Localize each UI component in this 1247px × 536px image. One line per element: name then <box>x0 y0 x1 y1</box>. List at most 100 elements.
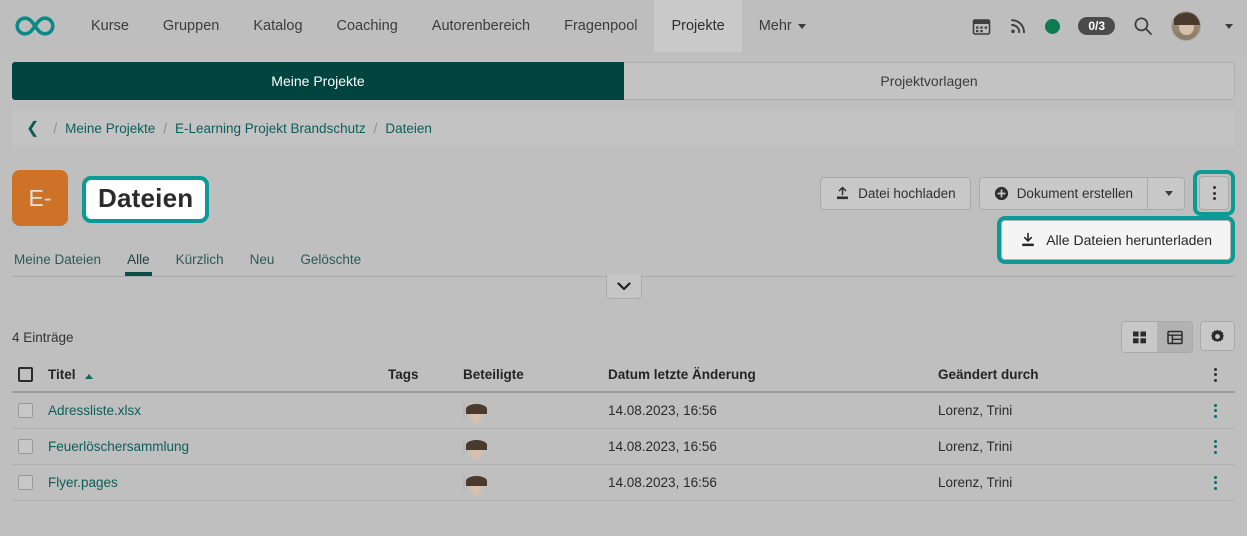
list-settings-button[interactable] <box>1200 321 1235 351</box>
tab-label: Projektvorlagen <box>880 73 978 89</box>
nav-item-mehr[interactable]: Mehr <box>742 0 823 52</box>
table-header-menu-button[interactable] <box>1201 367 1229 382</box>
row-checkbox[interactable] <box>18 439 33 454</box>
nav-item-katalog[interactable]: Katalog <box>236 0 319 52</box>
breadcrumb-item-files[interactable]: Dateien <box>385 121 432 136</box>
table-row[interactable]: Adressliste.xlsx 14.08.2023, 16:56 Loren… <box>12 393 1235 429</box>
nav-item-autorenbereich[interactable]: Autorenbereich <box>415 0 547 52</box>
nav-item-fragenpool[interactable]: Fragenpool <box>547 0 654 52</box>
filter-panel-toggle-button[interactable] <box>605 275 642 299</box>
row-select-cell <box>18 475 48 490</box>
nav-label: Mehr <box>758 18 792 34</box>
avatar[interactable] <box>1171 11 1201 41</box>
nav-item-gruppen[interactable]: Gruppen <box>146 0 236 52</box>
file-filter-tabs: Meine Dateien Alle Kürzlich Neu Gelöscht… <box>12 248 1235 277</box>
project-scope-tabs: Meine Projekte Projektvorlagen <box>0 52 1247 108</box>
files-table: Titel Tags Beteiligte Datum letzte Änder… <box>12 367 1235 501</box>
file-title-link[interactable]: Flyer.pages <box>48 475 118 490</box>
column-header-title[interactable]: Titel <box>48 367 388 382</box>
row-participants-cell <box>463 474 608 491</box>
subtab-geloeschte[interactable]: Gelöschte <box>298 248 363 276</box>
view-mode-tools <box>1121 321 1235 353</box>
table-header-row: Titel Tags Beteiligte Datum letzte Änder… <box>12 367 1235 393</box>
create-document-split-button: Dokument erstellen <box>978 176 1185 210</box>
chevron-down-icon[interactable] <box>1225 23 1233 29</box>
chevron-down-icon <box>797 23 806 29</box>
table-row[interactable]: Feuerlöschersammlung 14.08.2023, 16:56 L… <box>12 429 1235 465</box>
grid-view-button[interactable] <box>1122 322 1157 352</box>
avatar <box>463 402 465 419</box>
task-count-badge[interactable]: 0/3 <box>1078 17 1115 35</box>
view-mode-group <box>1121 321 1193 353</box>
row-actions-button[interactable] <box>1201 475 1229 490</box>
green-status-dot <box>1045 18 1061 34</box>
row-modified-by-cell: Lorenz, Trini <box>938 475 1013 490</box>
subtab-meine-dateien[interactable]: Meine Dateien <box>12 248 103 276</box>
select-all-checkbox[interactable] <box>18 367 33 382</box>
subtab-neu[interactable]: Neu <box>248 248 277 276</box>
column-header-tags[interactable]: Tags <box>388 367 463 382</box>
column-header-modified-by[interactable]: Geändert durch <box>938 367 1201 382</box>
column-header-modified-date[interactable]: Datum letzte Änderung <box>608 367 938 382</box>
subtab-label: Kürzlich <box>175 252 224 267</box>
calendar-icon[interactable] <box>972 17 991 36</box>
kebab-menu-icon <box>1212 186 1216 200</box>
upload-file-button[interactable]: Datei hochladen <box>820 176 971 210</box>
nav-label: Projekte <box>671 18 725 34</box>
kebab-menu-icon <box>1213 403 1217 418</box>
create-document-dropdown-toggle[interactable] <box>1148 176 1185 210</box>
more-actions-button[interactable] <box>1199 176 1229 210</box>
breadcrumb-item-project[interactable]: E-Learning Projekt Brandschutz <box>175 121 366 136</box>
gear-icon <box>1210 329 1225 344</box>
nav-label: Katalog <box>253 18 303 34</box>
tab-meine-projekte[interactable]: Meine Projekte <box>12 62 624 100</box>
row-checkbox[interactable] <box>18 403 33 418</box>
select-all-cell <box>18 367 48 382</box>
subtab-label: Alle <box>127 252 150 267</box>
table-row[interactable]: Flyer.pages 14.08.2023, 16:56 Lorenz, Tr… <box>12 465 1235 501</box>
row-modified-date-cell: 14.08.2023, 16:56 <box>608 403 717 418</box>
search-icon[interactable] <box>1133 16 1153 36</box>
subtab-kuerzlich[interactable]: Kürzlich <box>174 248 226 276</box>
nav-label: Fragenpool <box>564 18 638 34</box>
row-title-cell: Feuerlöschersammlung <box>48 439 388 454</box>
top-right-tools: 0/3 <box>972 11 1247 41</box>
breadcrumb: ❮ / Meine Projekte / E-Learning Projekt … <box>12 110 1235 146</box>
kebab-menu-icon <box>1213 475 1217 490</box>
caret-down-icon <box>1165 190 1173 196</box>
create-document-label: Dokument erstellen <box>1016 185 1133 201</box>
subtab-alle[interactable]: Alle <box>125 248 152 276</box>
chevron-left-icon[interactable]: ❮ <box>26 118 39 138</box>
subtab-label: Meine Dateien <box>14 252 102 267</box>
rss-icon[interactable] <box>1009 17 1027 35</box>
row-modified-date-cell: 14.08.2023, 16:56 <box>608 439 717 454</box>
infinity-logo-icon[interactable] <box>0 15 56 37</box>
main-nav-items: Kurse Gruppen Katalog Coaching Autorenbe… <box>74 0 823 52</box>
column-title-label: Titel <box>48 367 76 382</box>
page-actions: Datei hochladen Dokument erstellen Alle … <box>820 170 1235 264</box>
breadcrumb-separator: / <box>53 120 58 136</box>
nav-item-projekte[interactable]: Projekte <box>654 0 742 52</box>
column-header-participants[interactable]: Beteiligte <box>463 367 608 382</box>
nav-label: Kurse <box>91 18 129 34</box>
file-title-link[interactable]: Adressliste.xlsx <box>48 403 141 418</box>
row-actions-button[interactable] <box>1201 439 1229 454</box>
project-avatar: E- <box>12 170 68 226</box>
subtab-label: Neu <box>249 252 275 267</box>
tab-projektvorlagen[interactable]: Projektvorlagen <box>624 62 1235 100</box>
row-participants-cell <box>463 402 608 419</box>
top-navigation-bar: Kurse Gruppen Katalog Coaching Autorenbe… <box>0 0 1247 52</box>
upload-file-label: Datei hochladen <box>858 185 956 201</box>
row-checkbox[interactable] <box>18 475 33 490</box>
create-document-button[interactable]: Dokument erstellen <box>978 176 1148 210</box>
file-title-link[interactable]: Feuerlöschersammlung <box>48 439 189 454</box>
row-actions-button[interactable] <box>1201 403 1229 418</box>
row-title-cell: Flyer.pages <box>48 475 388 490</box>
nav-item-coaching[interactable]: Coaching <box>320 0 415 52</box>
breadcrumb-item-projects[interactable]: Meine Projekte <box>65 121 155 136</box>
nav-item-kurse[interactable]: Kurse <box>74 0 146 52</box>
list-toolbar: 4 Einträge <box>12 321 1235 353</box>
row-modified-by-cell: Lorenz, Trini <box>938 439 1013 454</box>
download-all-files-label: Alle Dateien herunterladen <box>1046 232 1212 248</box>
list-view-button[interactable] <box>1157 322 1192 352</box>
